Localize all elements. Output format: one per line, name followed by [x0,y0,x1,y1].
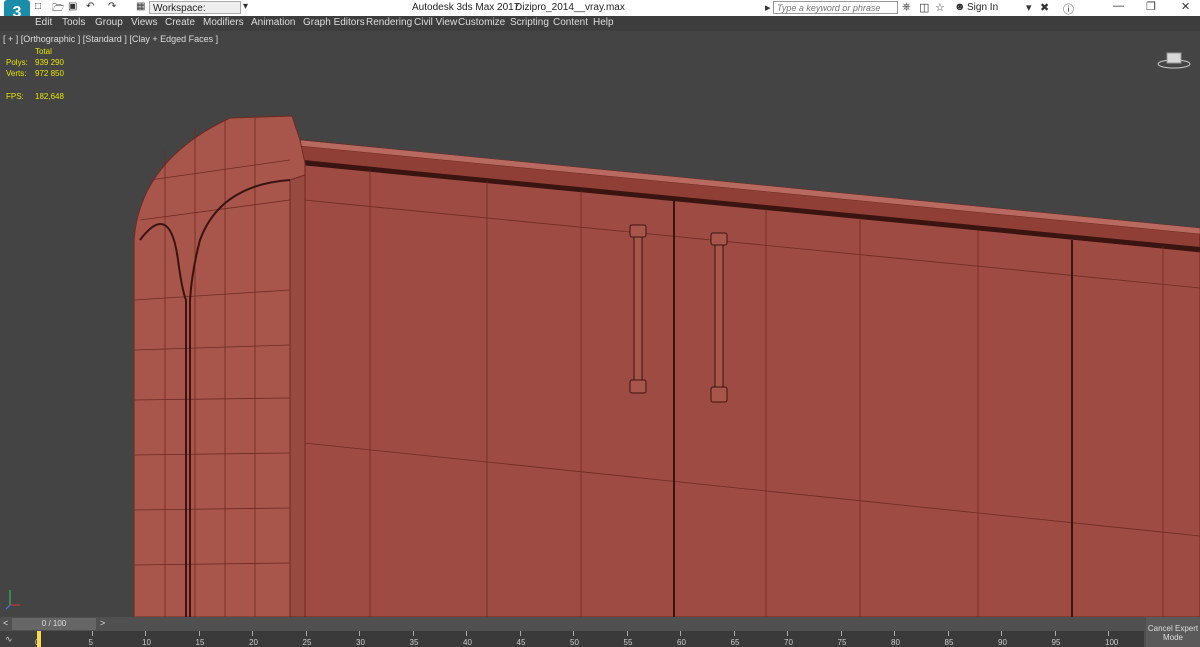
stats-total-label: Total [35,47,52,56]
timeline-tick-label: 60 [677,638,686,647]
timeline-tick-mark [305,631,307,636]
help-icon[interactable]: ⓘ [1063,1,1074,17]
curve-editor-icon[interactable]: ∿ [0,631,38,647]
stats-verts-value: 972 850 [35,69,64,78]
stats-polys-label: Polys: [6,58,28,67]
timeline-tick-mark [787,631,788,636]
search-expand-icon[interactable]: ▸ [765,1,771,14]
menu-views[interactable]: Views [131,17,158,28]
track-bar: < 0 / 100 > ∿ 05101520253035404550556065… [0,617,1200,647]
menu-rendering[interactable]: Rendering [366,17,412,28]
time-cursor[interactable] [37,631,41,647]
timeline-tick-mark [519,631,521,636]
viewport-scene[interactable] [0,0,1200,617]
viewport-label[interactable]: [ + ] [Orthographic ] [Standard ] [Clay … [3,34,218,44]
workspace-dropdown[interactable]: Workspace: Default [149,1,241,27]
menu-help[interactable]: Help [593,17,614,28]
menu-customize[interactable]: Customize [458,17,505,28]
timeline-tick-mark [840,631,842,636]
menu-scripting[interactable]: Scripting [510,17,549,28]
timeline-tick-mark [894,631,895,636]
minimize-icon[interactable]: — [1113,0,1124,12]
stats-fps-value: 182,648 [35,92,64,101]
stats-polys-value: 939 290 [35,58,64,67]
timeline-tick-mark [680,631,681,636]
menu-graph-editors[interactable]: Graph Editors [303,17,365,28]
timeline-tick-label: 5 [88,638,93,647]
timeline-ticks[interactable]: 0510152025303540455055606570758085909510… [35,631,1144,647]
timeline-tick-label: 85 [944,638,954,647]
timeline-tick-mark [359,631,360,636]
search-input[interactable]: Type a keyword or phrase [773,1,898,14]
time-slider[interactable]: 0 / 100 [12,618,96,630]
stats-fps-label: FPS: [6,92,24,101]
timeline-tick-label: 25 [302,638,312,647]
restore-icon[interactable]: ❐ [1146,0,1156,13]
subscription-icon[interactable]: ◫ [919,1,929,14]
menu-group[interactable]: Group [95,17,123,28]
menu-bar: Edit Tools Group Views Create Modifiers … [0,16,1200,31]
timeline-tick-label: 100 [1105,638,1119,647]
timeline-tick-mark [198,631,200,636]
close-icon[interactable]: ✕ [1181,0,1190,13]
timeline-tick-label: 50 [570,638,579,647]
timeline-tick-label: 45 [516,638,526,647]
exchange-icon[interactable]: ✖ [1040,1,1049,14]
menu-civil-view[interactable]: Civil View [414,17,457,28]
app-title: Autodesk 3ds Max 2017 [412,2,520,13]
timeline-tick-mark [1054,631,1056,636]
timeline-tick-label: 65 [730,638,740,647]
timeline-tick-label: 40 [463,638,472,647]
project-icon[interactable]: ▦ [136,1,145,12]
menu-content[interactable]: Content [553,17,588,28]
menu-animation[interactable]: Animation [251,17,295,28]
timeline-tick-label: 30 [356,638,365,647]
sign-in-button[interactable]: Sign In [967,2,998,13]
title-bar: 3 □ 🗁 ▣ ↶ ↷ ▦ Workspace: Default ▾ Autod… [0,0,1200,30]
viewcube-icon[interactable] [1156,50,1192,70]
timeline-tick-mark [1001,631,1002,636]
timeline-tick-mark [466,631,467,636]
menu-modifiers[interactable]: Modifiers [203,17,244,28]
sign-in-dropdown-icon[interactable]: ▾ [1026,1,1032,14]
menu-edit[interactable]: Edit [35,17,52,28]
timeline-tick-label: 55 [623,638,633,647]
timeline-tick-label: 70 [784,638,793,647]
timeline-tick-label: 95 [1051,638,1061,647]
user-icon[interactable]: ☻ [954,1,966,13]
quick-access-menu-icon[interactable]: ▾ [243,1,248,12]
timeline-tick-mark [1108,631,1109,636]
timeline-tick-mark [947,631,949,636]
timeline-tick-label: 10 [142,638,151,647]
stats-verts-label: Verts: [6,69,27,78]
timeline-tick-label: 20 [249,638,258,647]
timeline-tick-mark [626,631,628,636]
timeline-tick-label: 90 [998,638,1007,647]
timeline-tick-label: 75 [837,638,847,647]
timeline-tick-mark [91,631,93,636]
timeline-tick-label: 35 [409,638,419,647]
timeline-tick-mark [573,631,574,636]
file-name: Dizipro_2014__vray.max [515,2,625,13]
prev-frame-button[interactable]: < [3,618,8,628]
cancel-expert-mode-button[interactable]: Cancel Expert Mode [1146,617,1200,647]
redo-icon[interactable]: ↷ [108,1,116,12]
timeline-tick-label: 15 [195,638,205,647]
new-file-icon[interactable]: □ [35,1,41,12]
timeline-tick-mark [733,631,735,636]
menu-create[interactable]: Create [165,17,195,28]
timeline-tick-mark [145,631,146,636]
menu-tools[interactable]: Tools [62,17,85,28]
timeline-tick-mark [412,631,414,636]
save-icon[interactable]: ▣ [68,1,77,12]
next-frame-button[interactable]: > [100,618,105,628]
binoculars-icon[interactable]: ⎈ [902,1,911,14]
timeline-tick-mark [252,631,253,636]
timeline-tick-label: 80 [891,638,900,647]
star-icon[interactable]: ☆ [935,1,945,14]
undo-icon[interactable]: ↶ [86,1,94,12]
